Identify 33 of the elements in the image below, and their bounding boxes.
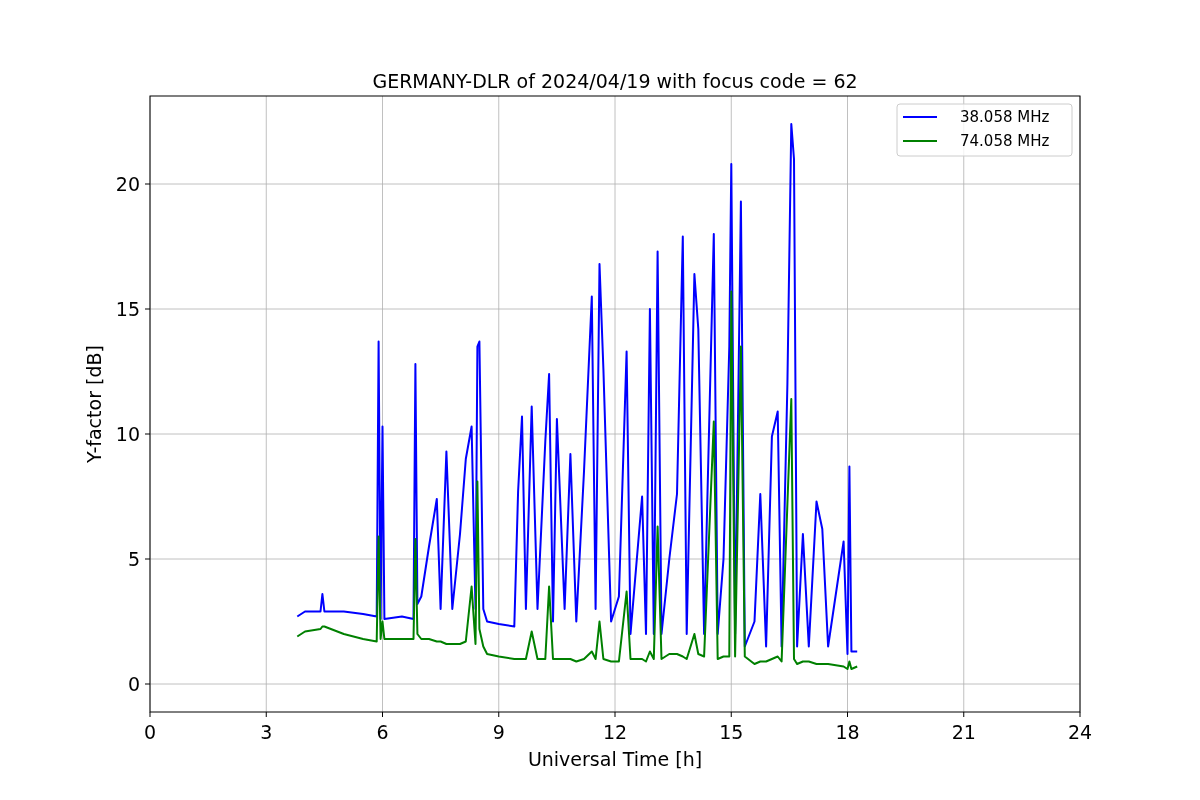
x-axis-tick <box>498 711 500 718</box>
x-tick-label: 15 <box>719 721 744 743</box>
y-tick-label: 20 <box>115 173 140 195</box>
legend-label: 74.058 MHz <box>960 132 1050 150</box>
x-axis-tick <box>1079 711 1081 718</box>
y-axis-tick <box>144 183 151 185</box>
x-tick-label: 6 <box>376 721 389 743</box>
x-tick-label: 3 <box>260 721 273 743</box>
y-axis-tick <box>144 558 151 560</box>
x-tick-label: 24 <box>1067 721 1093 743</box>
x-axis-tick <box>382 711 383 718</box>
x-tick-label: 12 <box>602 721 628 743</box>
x-axis-tick <box>265 711 267 718</box>
x-axis-tick <box>149 711 151 718</box>
x-tick-label: 9 <box>492 721 505 743</box>
y-axis-tick <box>144 308 151 310</box>
y-axis-tick <box>144 433 151 435</box>
y-axis-label: Y-factor [dB] <box>83 345 105 463</box>
y-tick-label: 5 <box>127 548 140 570</box>
chart-title: GERMANY-DLR of 2024/04/19 with focus code = 62 <box>372 70 858 92</box>
legend-label: 38.058 MHz <box>960 108 1050 126</box>
x-axis-tick <box>614 711 616 718</box>
x-axis-tick <box>847 711 848 718</box>
y-tick-label: 0 <box>127 673 140 695</box>
x-axis-tick <box>730 711 732 718</box>
x-tick-label: 0 <box>143 721 157 743</box>
x-tick-label: 18 <box>835 721 860 743</box>
y-axis-tick <box>144 683 151 685</box>
x-axis-label: Universal Time [h] <box>527 748 703 770</box>
x-axis-tick <box>963 711 965 718</box>
y-tick-label: 10 <box>115 423 140 445</box>
x-tick-label: 21 <box>951 721 976 743</box>
y-tick-label: 15 <box>115 298 140 320</box>
